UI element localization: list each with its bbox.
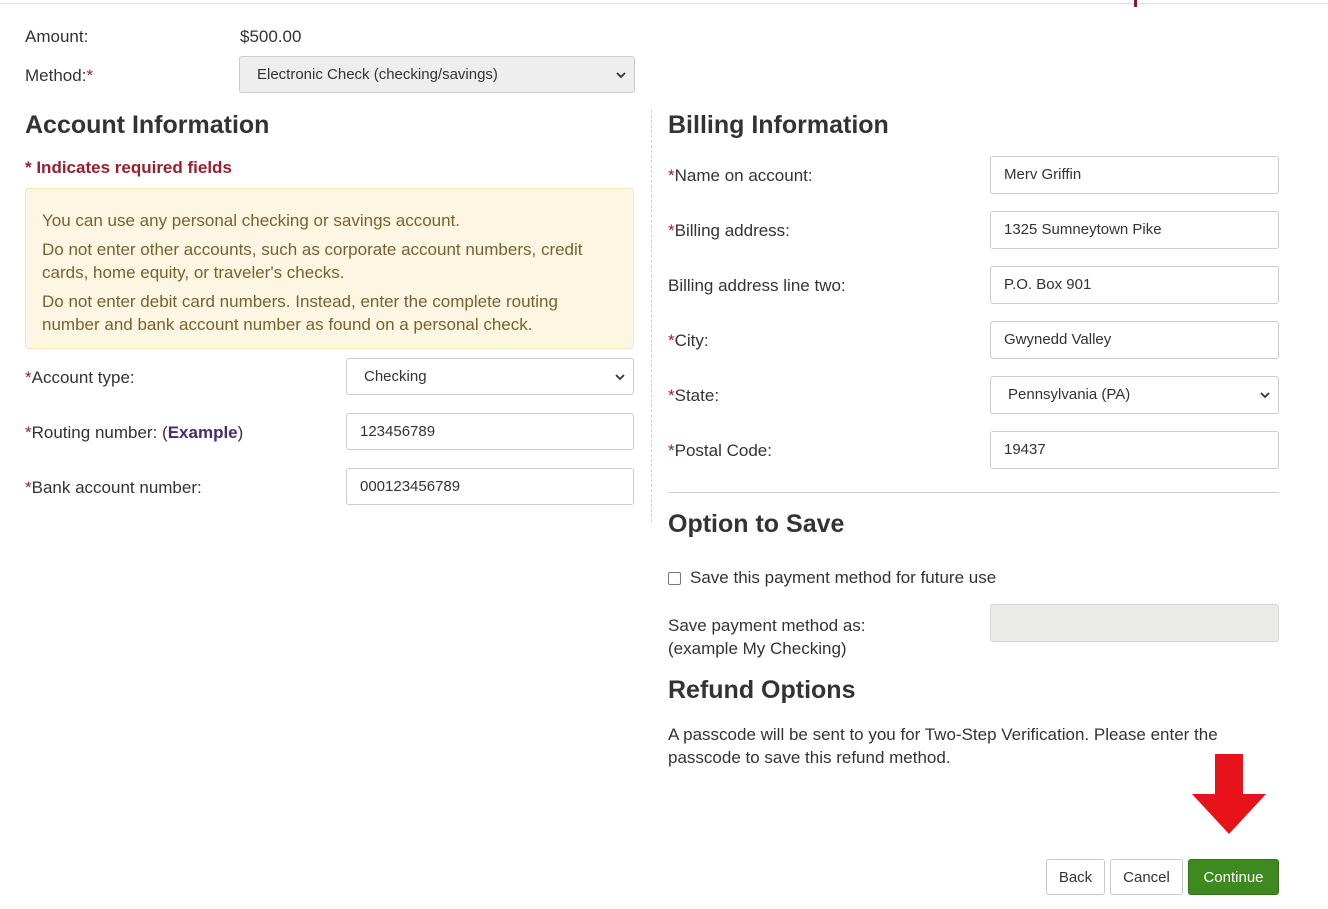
chevron-down-icon [616, 71, 626, 78]
postal-code-input[interactable]: 19437 [990, 431, 1279, 469]
method-label: Method:* [25, 66, 93, 86]
required-star: * [25, 368, 32, 387]
required-star: * [668, 441, 675, 460]
billing-info-heading: Billing Information [668, 111, 889, 139]
billing-address-line-two-label: Billing address line two: [668, 276, 846, 295]
top-accent-mark [1134, 0, 1137, 7]
arrow-down-icon [1192, 754, 1266, 834]
account-type-label-text: Account type: [31, 368, 135, 387]
account-type-value: Checking [364, 367, 427, 385]
chevron-down-icon [615, 373, 625, 380]
state-select[interactable]: Pennsylvania (PA) [990, 376, 1279, 414]
bank-account-input[interactable]: 000123456789 [346, 468, 634, 505]
chevron-down-icon [1260, 392, 1270, 399]
refund-options-text: A passcode will be sent to you for Two-S… [668, 725, 1218, 767]
state-label: *State: [668, 386, 719, 406]
column-divider [651, 110, 652, 522]
account-type-label: *Account type: [25, 368, 135, 388]
save-as-hint: (example My Checking) [668, 639, 847, 658]
cancel-button[interactable]: Cancel [1110, 859, 1183, 895]
state-label-text: State: [674, 386, 720, 405]
postal-label-text: Postal Code: [674, 441, 772, 460]
required-star: * [25, 423, 32, 442]
billing-address-input[interactable]: 1325 Sumneytown Pike [990, 211, 1279, 249]
required-star: * [668, 221, 675, 240]
account-info-heading: Account Information [25, 111, 270, 139]
bank-account-label: *Bank account number: [25, 478, 202, 498]
option-to-save-heading: Option to Save [668, 510, 845, 538]
required-star: * [668, 386, 675, 405]
billing-address-line-two-input[interactable]: P.O. Box 901 [990, 266, 1279, 304]
notice-line: Do not enter other accounts, such as cor… [42, 240, 583, 282]
city-label-text: City: [674, 331, 709, 350]
required-star: * [25, 478, 32, 497]
notice-line: You can use any personal checking or sav… [42, 211, 461, 230]
refund-options-heading: Refund Options [668, 676, 856, 704]
routing-label-text: Routing number: ( [31, 423, 168, 442]
required-star: * [668, 331, 675, 350]
save-method-checkbox-label: Save this payment method for future use [690, 568, 997, 587]
save-as-label-block: Save payment method as: (example My Chec… [668, 614, 866, 660]
save-as-input[interactable] [990, 604, 1279, 642]
city-label: *City: [668, 331, 709, 351]
required-star: * [668, 166, 675, 185]
name-on-account-label: *Name on account: [668, 166, 813, 186]
account-notice-box: You can use any personal checking or sav… [25, 188, 634, 349]
postal-code-label: *Postal Code: [668, 441, 772, 461]
address-label-text: Billing address: [674, 221, 790, 240]
routing-example-link[interactable]: Example [168, 423, 238, 442]
routing-label-close: ) [237, 423, 244, 442]
routing-number-input[interactable]: 123456789 [346, 413, 634, 450]
state-select-value: Pennsylvania (PA) [1008, 386, 1131, 403]
amount-label: Amount: [25, 27, 89, 46]
routing-number-label: *Routing number: (Example) [25, 423, 243, 443]
billing-address-label: *Billing address: [668, 221, 790, 241]
name-label-text: Name on account: [674, 166, 813, 185]
save-method-option[interactable]: Save this payment method for future use [668, 568, 996, 588]
back-button[interactable]: Back [1046, 859, 1105, 895]
city-input[interactable]: Gwynedd Valley [990, 321, 1279, 359]
method-select[interactable]: Electronic Check (checking/savings) [239, 56, 635, 93]
save-method-checkbox[interactable] [668, 571, 681, 585]
bank-account-label-text: Bank account number: [31, 478, 202, 497]
amount-value: $500.00 [240, 27, 302, 46]
method-select-value: Electronic Check (checking/savings) [257, 65, 498, 83]
name-on-account-input[interactable]: Merv Griffin [990, 156, 1279, 194]
continue-button[interactable]: Continue [1188, 859, 1279, 895]
notice-line: Do not enter debit card numbers. Instead… [42, 292, 558, 334]
section-divider [668, 492, 1279, 493]
save-as-label: Save payment method as: [668, 616, 866, 635]
method-label-text: Method: [25, 66, 87, 85]
top-border [0, 3, 1328, 4]
required-star: * [86, 66, 94, 85]
account-type-select[interactable]: Checking [346, 358, 634, 395]
required-fields-note: * Indicates required fields [25, 158, 232, 177]
